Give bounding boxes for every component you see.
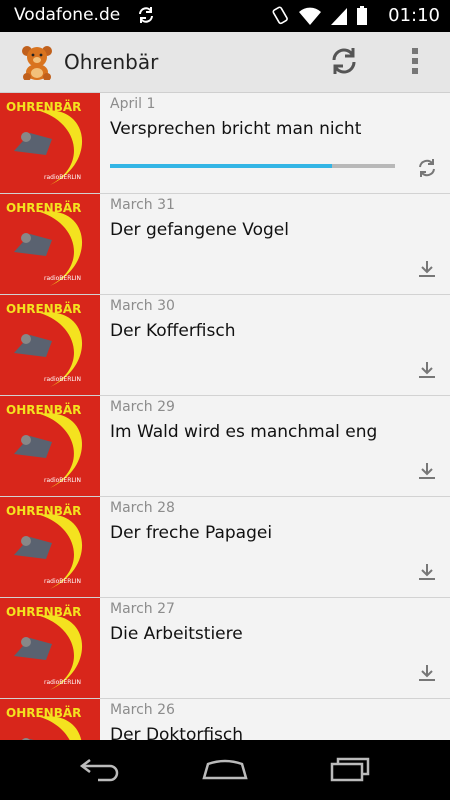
- thumbnail-logo-text: OHRENBÄR: [6, 705, 81, 720]
- recent-apps-button[interactable]: [320, 754, 380, 788]
- download-progress-fill: [110, 164, 333, 168]
- refresh-button[interactable]: [322, 44, 366, 82]
- status-bar: Vodafone.de 01:10: [0, 0, 450, 32]
- episode-date: March 29: [110, 399, 175, 415]
- wifi-icon: [298, 6, 322, 30]
- recent-apps-icon: [328, 756, 372, 786]
- episode-download-button[interactable]: [414, 662, 440, 688]
- thumbnail-station-text: radioBERLIN: [44, 275, 81, 282]
- refresh-icon: [329, 46, 359, 80]
- download-icon: [417, 461, 437, 485]
- refresh-icon: [417, 158, 437, 182]
- episode-item[interactable]: OHRENBÄR radioBERLIN March 29 Im Wald wi…: [0, 396, 450, 497]
- sync-icon: [136, 5, 156, 29]
- home-icon: [200, 756, 250, 786]
- download-icon: [417, 259, 437, 283]
- episode-title: Der Kofferfisch: [110, 321, 236, 341]
- episode-refresh-button[interactable]: [414, 157, 440, 183]
- download-icon: [417, 663, 437, 687]
- episode-thumbnail: OHRENBÄR radioBERLIN: [0, 93, 100, 193]
- episode-title: Der freche Papagei: [110, 523, 273, 543]
- episode-date: March 31: [110, 197, 175, 213]
- episode-thumbnail: OHRENBÄR radioBERLIN: [0, 396, 100, 496]
- episode-thumbnail: OHRENBÄR radioBERLIN: [0, 497, 100, 597]
- episode-date: March 27: [110, 601, 175, 617]
- episode-item[interactable]: OHRENBÄR radioBERLIN March 27 Die Arbeit…: [0, 598, 450, 699]
- thumbnail-logo-text: OHRENBÄR: [6, 503, 81, 518]
- episode-item[interactable]: OHRENBÄR radioBERLIN March 28 Der freche…: [0, 497, 450, 598]
- episode-title: Der Doktorfisch: [110, 725, 244, 740]
- thumbnail-logo-text: OHRENBÄR: [6, 301, 81, 316]
- episode-thumbnail: OHRENBÄR radioBERLIN: [0, 194, 100, 294]
- action-bar: Ohrenbär: [0, 32, 450, 93]
- episode-date: March 28: [110, 500, 175, 516]
- episode-title: Der gefangene Vogel: [110, 220, 289, 240]
- episode-date: April 1: [110, 96, 156, 112]
- episode-download-button[interactable]: [414, 460, 440, 486]
- carrier-name: Vodafone.de: [14, 5, 121, 25]
- download-icon: [417, 562, 437, 586]
- overflow-menu-button[interactable]: [398, 44, 432, 82]
- episode-date: March 26: [110, 702, 175, 718]
- episode-thumbnail: OHRENBÄR radioBERLIN: [0, 295, 100, 395]
- thumbnail-station-text: radioBERLIN: [44, 578, 81, 585]
- rotation-lock-icon: [270, 6, 290, 30]
- episode-thumbnail: OHRENBÄR radioBERLIN: [0, 699, 100, 740]
- clock: 01:10: [388, 5, 440, 26]
- thumbnail-logo-text: OHRENBÄR: [6, 604, 81, 619]
- episode-item[interactable]: OHRENBÄR radioBERLIN March 31 Der gefang…: [0, 194, 450, 295]
- download-icon: [417, 360, 437, 384]
- episode-title: Versprechen bricht man nicht: [110, 119, 362, 139]
- thumbnail-station-text: radioBERLIN: [44, 376, 81, 383]
- episode-title: Im Wald wird es manchmal eng: [110, 422, 378, 442]
- episode-download-button[interactable]: [414, 359, 440, 385]
- back-button[interactable]: [70, 754, 130, 788]
- signal-icon: [330, 6, 348, 30]
- thumbnail-station-text: radioBERLIN: [44, 477, 81, 484]
- overflow-menu-icon: [411, 47, 419, 79]
- battery-icon: [356, 6, 368, 30]
- episode-thumbnail: OHRENBÄR radioBERLIN: [0, 598, 100, 698]
- teddy-bear-icon[interactable]: [20, 44, 54, 81]
- episode-date: March 30: [110, 298, 175, 314]
- app-title: Ohrenbär: [64, 50, 159, 74]
- episode-download-button[interactable]: [414, 561, 440, 587]
- back-icon: [78, 756, 122, 786]
- episode-title: Die Arbeitstiere: [110, 624, 243, 644]
- thumbnail-station-text: radioBERLIN: [44, 679, 81, 686]
- episode-item[interactable]: OHRENBÄR radioBERLIN March 26 Der Doktor…: [0, 699, 450, 740]
- episode-item[interactable]: OHRENBÄR radioBERLIN April 1 Versprechen…: [0, 93, 450, 194]
- download-progress-bar: [110, 164, 395, 168]
- thumbnail-station-text: radioBERLIN: [44, 174, 81, 181]
- thumbnail-logo-text: OHRENBÄR: [6, 200, 81, 215]
- thumbnail-logo-text: OHRENBÄR: [6, 402, 81, 417]
- episode-item[interactable]: OHRENBÄR radioBERLIN March 30 Der Koffer…: [0, 295, 450, 396]
- home-button[interactable]: [195, 754, 255, 788]
- navigation-bar: [0, 740, 450, 800]
- episode-download-button[interactable]: [414, 258, 440, 284]
- episode-list[interactable]: OHRENBÄR radioBERLIN April 1 Versprechen…: [0, 93, 450, 740]
- thumbnail-logo-text: OHRENBÄR: [6, 99, 81, 114]
